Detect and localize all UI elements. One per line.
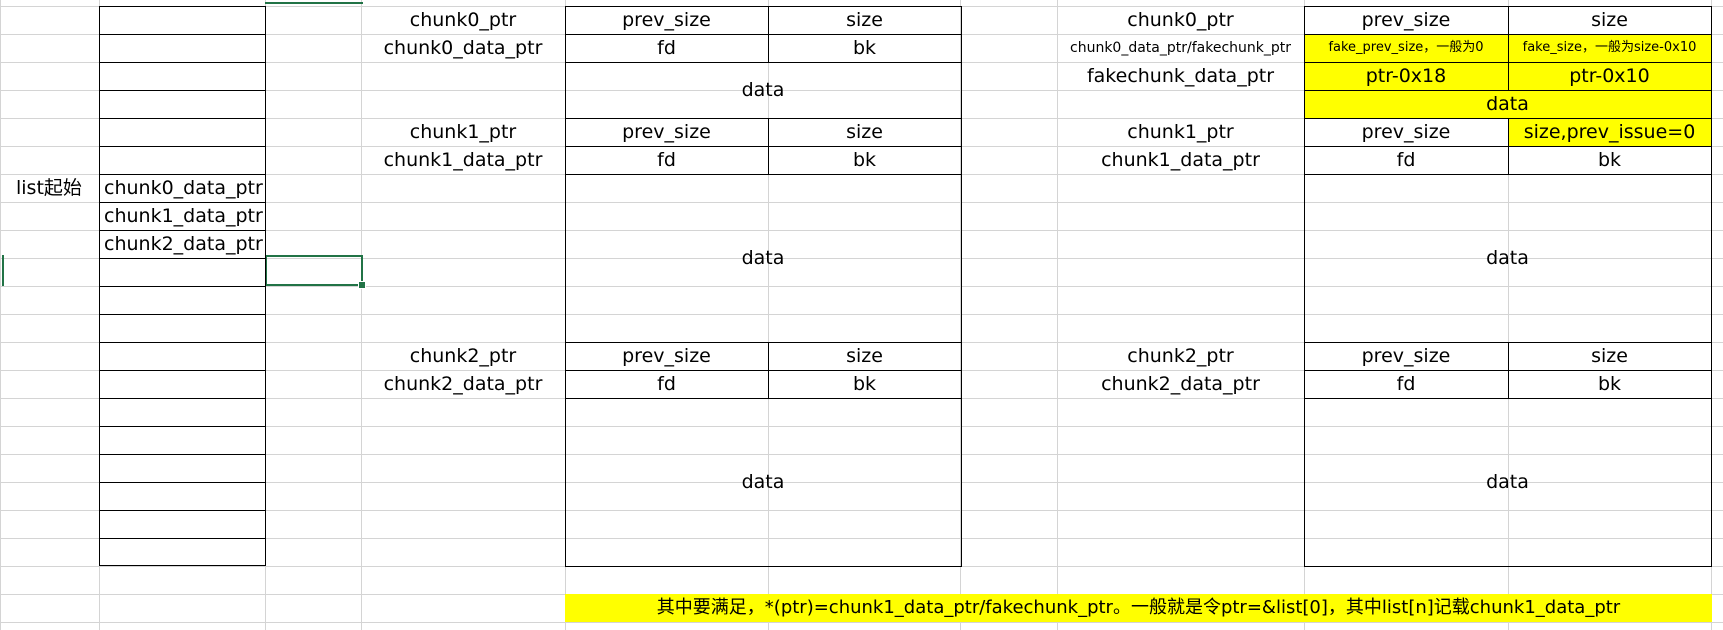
bk-cell: bk	[1597, 373, 1622, 395]
row-label: chunk2_ptr	[1127, 345, 1234, 367]
prev-size-cell: prev_size	[622, 9, 711, 31]
row-label: fakechunk_data_ptr	[1086, 65, 1275, 87]
list-start-label: list起始	[16, 177, 82, 199]
data-cell: data	[741, 247, 785, 269]
fd-cell: fd	[1396, 373, 1416, 395]
size-cell: size	[846, 9, 883, 31]
data-cell: data	[741, 79, 785, 101]
size-cell: size	[1591, 345, 1628, 367]
row-label: chunk0_data_ptr	[383, 37, 543, 59]
fake-size-cell: fake_size，一般为size-0x10	[1522, 40, 1697, 55]
prev-size-cell: prev_size	[622, 121, 711, 143]
size-cell: size	[846, 345, 883, 367]
fd-cell: fd	[657, 373, 676, 395]
row-label: chunk2_ptr	[409, 345, 517, 367]
data-cell: data	[1486, 247, 1529, 269]
list-entry: chunk0_data_ptr	[104, 177, 263, 199]
data-cell: data	[741, 471, 785, 493]
size-cell: size	[1591, 9, 1628, 31]
bk-cell: bk	[852, 149, 877, 171]
bk-cell: bk	[1597, 149, 1622, 171]
bk-cell: bk	[852, 37, 877, 59]
row-label: chunk0_ptr	[1127, 9, 1234, 31]
row-label: chunk1_data_ptr	[1101, 149, 1260, 171]
fd-cell: fd	[657, 149, 676, 171]
size-cell: size	[846, 121, 883, 143]
fd-cell: fd	[1396, 149, 1416, 171]
fake-prev-size-cell: fake_prev_size，一般为0	[1328, 40, 1484, 55]
row-label: chunk2_data_ptr	[383, 373, 543, 395]
prev-size-cell: prev_size	[1361, 9, 1451, 31]
fake-fd-cell: ptr-0x18	[1365, 65, 1447, 87]
list-entry: chunk1_data_ptr	[104, 205, 263, 227]
prev-size-cell: prev_size	[1361, 345, 1451, 367]
row-label: chunk2_data_ptr	[1101, 373, 1260, 395]
bk-cell: bk	[852, 373, 877, 395]
fake-bk-cell: ptr-0x10	[1569, 65, 1650, 87]
prev-size-cell: prev_size	[1361, 121, 1451, 143]
row-label: chunk0_data_ptr/fakechunk_ptr	[1070, 40, 1291, 56]
note-text: 其中要满足，*(ptr)=chunk1_data_ptr/fakechunk_p…	[656, 597, 1621, 618]
list-entry: chunk2_data_ptr	[104, 233, 263, 255]
selected-cell[interactable]	[265, 255, 363, 286]
row-label: chunk1_ptr	[409, 121, 517, 143]
prev-size-cell: prev_size	[622, 345, 711, 367]
column-cursor-top	[265, 0, 363, 4]
row-label: chunk0_ptr	[409, 9, 517, 31]
row-cursor-left	[0, 255, 4, 286]
size-prev-issue-cell: size,prev_issue=0	[1523, 121, 1696, 143]
fd-cell: fd	[657, 37, 676, 59]
fill-handle[interactable]	[358, 281, 366, 289]
data-cell: data	[1486, 471, 1529, 493]
row-label: chunk1_ptr	[1127, 121, 1234, 143]
row-label: chunk1_data_ptr	[383, 149, 543, 171]
data-cell: data	[1486, 93, 1529, 115]
